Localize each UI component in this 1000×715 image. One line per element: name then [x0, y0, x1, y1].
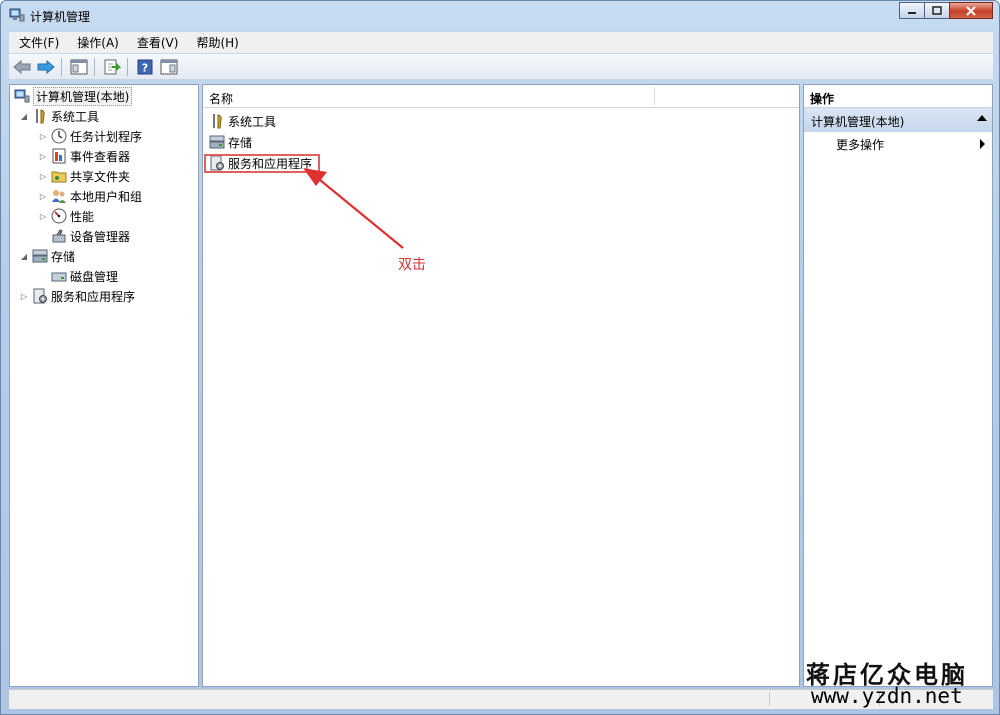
annotation-arrow [303, 168, 404, 249]
watermark-url: www.yzdn.net [811, 684, 963, 708]
annotation-label: 双击 [398, 257, 426, 273]
